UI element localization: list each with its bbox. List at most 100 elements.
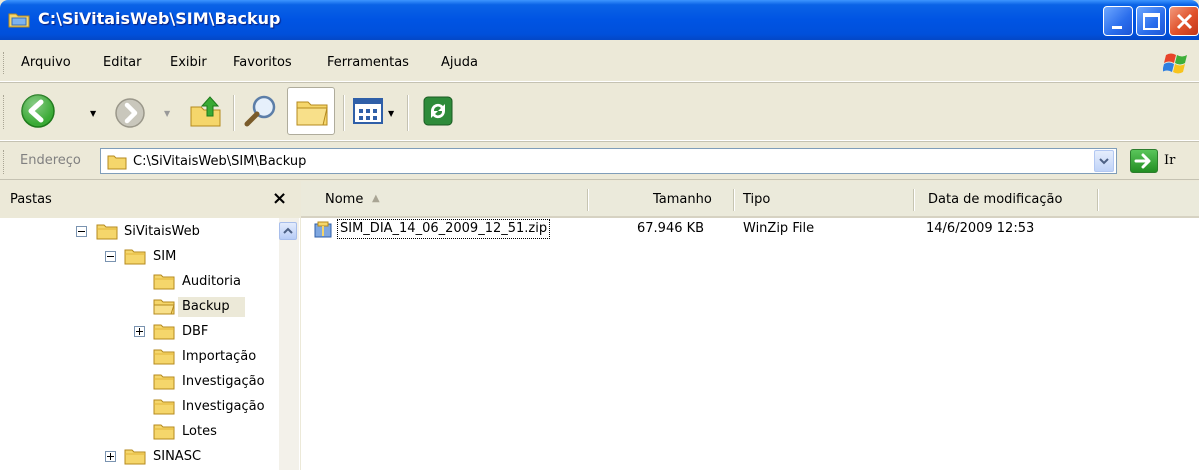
tree-item-label: Investigação — [182, 374, 265, 389]
collapse-icon[interactable] — [76, 226, 87, 237]
close-pane-icon[interactable]: × — [272, 188, 287, 209]
zip-file-icon — [314, 221, 332, 238]
tree-item-label: Lotes — [182, 424, 217, 439]
up-folder-icon[interactable] — [188, 93, 224, 129]
tree-item-backup[interactable]: Backup — [0, 297, 279, 317]
address-bar: Endereço C:\SiVitaisWeb\SIM\Backup Ir — [0, 142, 1199, 180]
toolbar-separator — [407, 95, 408, 131]
file-modified: 14/6/2009 12:53 — [926, 221, 1035, 236]
toolbar-grip[interactable] — [3, 95, 6, 129]
tree-item-auditoria[interactable]: Auditoria — [0, 272, 279, 292]
tree-item-importacao[interactable]: Importação — [0, 347, 279, 367]
file-type: WinZip File — [743, 221, 815, 236]
folder-icon — [96, 224, 118, 240]
scroll-up-button[interactable] — [279, 222, 297, 240]
folders-button[interactable] — [287, 87, 335, 135]
folders-icon — [296, 101, 328, 126]
window-title: C:\SiVitaisWeb\SIM\Backup — [38, 9, 281, 28]
tree-item-label: Importação — [182, 349, 257, 364]
search-icon[interactable] — [243, 93, 279, 129]
open-folder-icon — [153, 299, 175, 315]
tree-item-label: Backup — [182, 299, 230, 314]
column-header-type[interactable]: Tipo — [743, 192, 770, 207]
folder-icon — [153, 274, 175, 290]
file-row[interactable]: SIM_DIA_14_06_2009_12_51.zip 67.946 KB W… — [301, 218, 1199, 242]
column-divider[interactable] — [913, 189, 914, 211]
toolbar-separator — [233, 95, 234, 131]
forward-icon[interactable] — [114, 97, 146, 129]
file-name: SIM_DIA_14_06_2009_12_51.zip — [340, 221, 548, 236]
tree-item-label: SiVitaisWeb — [124, 224, 200, 239]
address-dropdown-button[interactable] — [1094, 150, 1114, 172]
menu-editar[interactable]: Editar — [103, 55, 142, 70]
expand-icon[interactable] — [134, 326, 145, 337]
address-grip[interactable] — [3, 150, 6, 174]
go-button[interactable] — [1130, 149, 1158, 173]
sync-icon[interactable] — [422, 95, 454, 127]
menu-arquivo[interactable]: Arquivo — [21, 55, 71, 70]
minimize-icon — [1112, 26, 1122, 29]
sort-ascending-icon: ▲ — [372, 193, 380, 204]
toolbar-separator — [343, 95, 344, 131]
maximize-icon — [1143, 13, 1160, 30]
folders-pane-title: Pastas — [10, 192, 52, 207]
tree-item-investigacao[interactable]: Investigação — [0, 397, 279, 417]
tree-item-dbf[interactable]: DBF — [0, 322, 279, 342]
address-path: C:\SiVitaisWeb\SIM\Backup — [133, 154, 307, 169]
forward-dropdown-icon[interactable]: ▼ — [164, 109, 170, 118]
menu-bar: Arquivo Editar Exibir Favoritos Ferramen… — [0, 40, 1199, 82]
folder-icon — [107, 155, 127, 170]
column-header-modified[interactable]: Data de modificação — [928, 192, 1062, 207]
maximize-button[interactable] — [1136, 6, 1166, 36]
tree-item-sinasc[interactable]: SINASC — [0, 447, 279, 467]
collapse-icon[interactable] — [105, 251, 116, 262]
title-bar[interactable]: C:\SiVitaisWeb\SIM\Backup — [0, 0, 1199, 40]
column-divider[interactable] — [733, 189, 734, 211]
go-label[interactable]: Ir — [1164, 153, 1175, 168]
file-size: 67.946 KB — [637, 221, 705, 236]
menu-ferramentas[interactable]: Ferramentas — [327, 55, 409, 70]
tree-item-label: Auditoria — [182, 274, 241, 289]
folders-pane-header: Pastas × — [0, 181, 300, 218]
back-icon[interactable] — [20, 93, 56, 129]
menu-favoritos[interactable]: Favoritos — [233, 55, 292, 70]
folders-pane: Pastas × SiVitaisWeb SIM Auditoria Backu… — [0, 181, 300, 470]
expand-icon[interactable] — [105, 451, 116, 462]
folder-icon — [124, 449, 146, 465]
column-divider[interactable] — [1097, 189, 1098, 211]
column-header-row: Nome ▲ Tamanho Tipo Data de modificação — [301, 181, 1199, 218]
menu-exibir[interactable]: Exibir — [170, 55, 207, 70]
file-list: Nome ▲ Tamanho Tipo Data de modificação … — [301, 181, 1199, 470]
tree-item-label: Investigação — [182, 399, 265, 414]
back-dropdown-icon[interactable]: ▼ — [90, 109, 96, 118]
close-icon — [1176, 13, 1193, 30]
column-header-name[interactable]: Nome — [325, 192, 363, 207]
folder-icon — [124, 249, 146, 265]
menu-grip[interactable] — [3, 52, 6, 74]
address-input[interactable]: C:\SiVitaisWeb\SIM\Backup — [100, 148, 1117, 174]
tree-item-label: SINASC — [153, 449, 202, 464]
chevron-down-icon — [1099, 158, 1109, 165]
windows-logo-icon — [1163, 53, 1187, 74]
file-name-focus: SIM_DIA_14_06_2009_12_51.zip — [337, 219, 551, 239]
minimize-button[interactable] — [1103, 6, 1133, 36]
views-dropdown-icon[interactable]: ▼ — [388, 109, 394, 118]
menu-ajuda[interactable]: Ajuda — [441, 55, 478, 70]
tree-item-label: SIM — [153, 249, 177, 264]
toolbar: ▼ ▼ ▼ — [0, 83, 1199, 141]
folder-icon — [153, 324, 175, 340]
tree-item-sivitaisweb[interactable]: SiVitaisWeb — [0, 222, 279, 242]
folder-icon — [153, 374, 175, 390]
tree-item-sim[interactable]: SIM — [0, 247, 279, 267]
views-icon[interactable] — [353, 97, 383, 125]
folder-icon — [153, 399, 175, 415]
close-window-button[interactable] — [1169, 6, 1199, 36]
tree-item-label: DBF — [182, 324, 209, 339]
folder-icon — [153, 424, 175, 440]
folder-icon — [153, 349, 175, 365]
column-header-size[interactable]: Tamanho — [653, 192, 712, 207]
folder-tree-scrollbar[interactable] — [279, 218, 299, 470]
column-divider[interactable] — [587, 189, 588, 211]
tree-item-lotes[interactable]: Lotes — [0, 422, 279, 442]
tree-item-investigacao[interactable]: Investigação — [0, 372, 279, 392]
